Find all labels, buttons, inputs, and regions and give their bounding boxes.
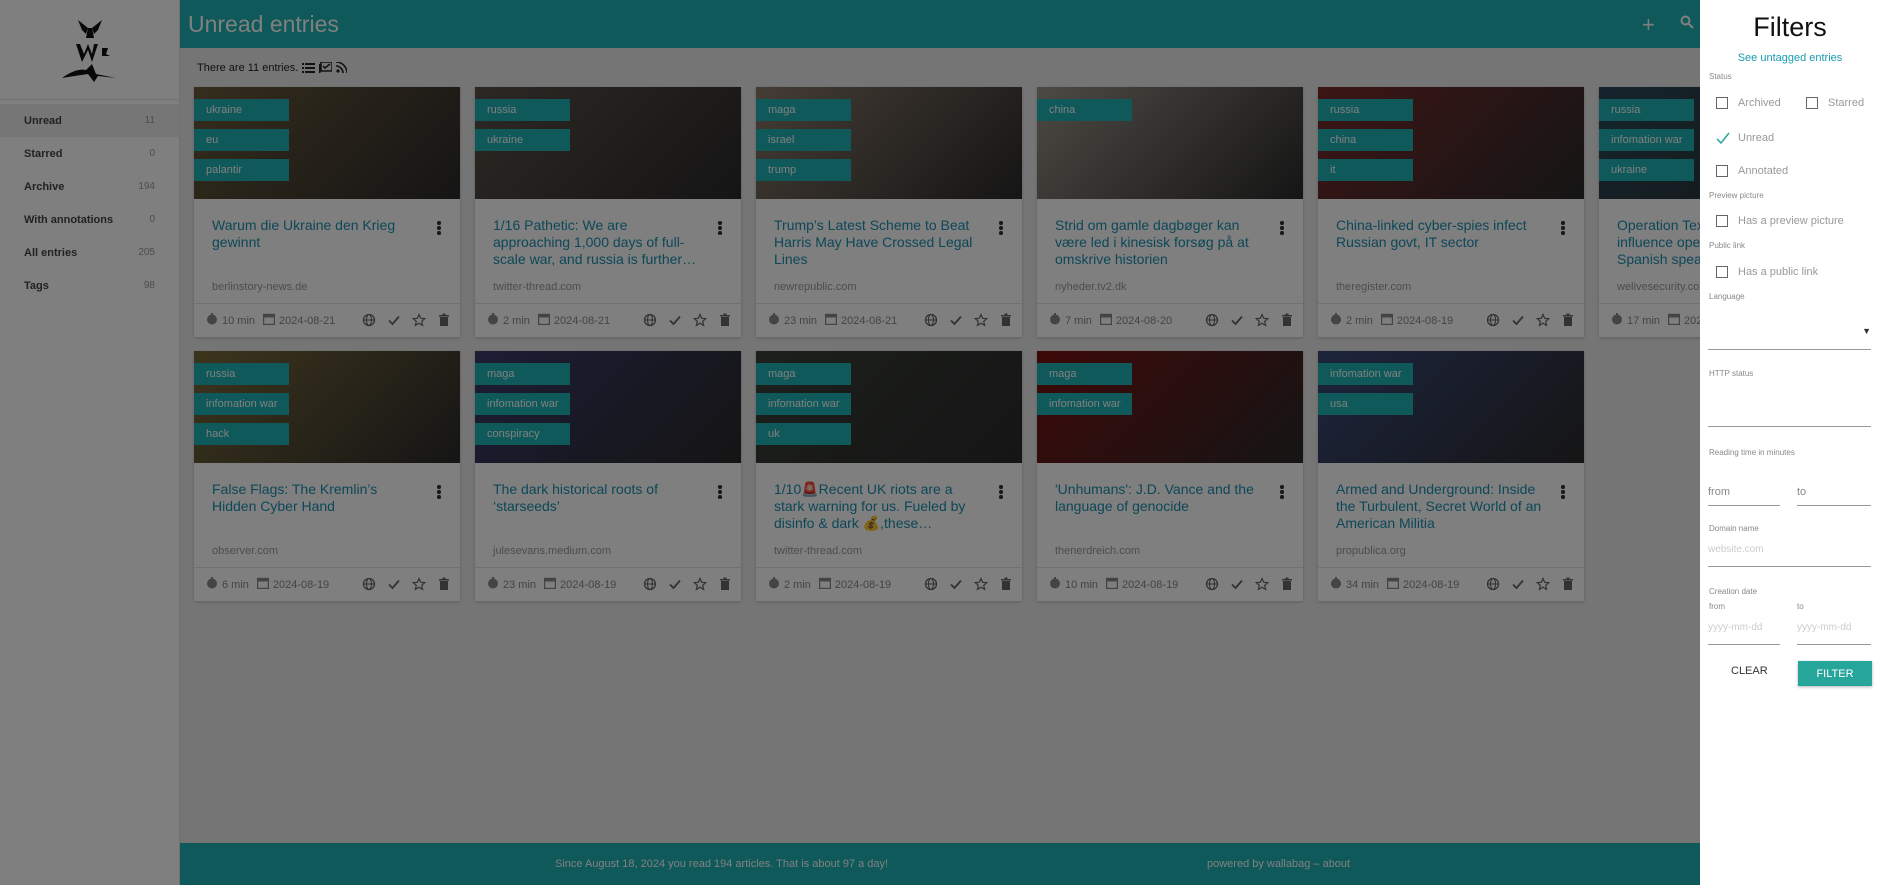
checkbox-box (1716, 97, 1728, 109)
has-preview-label: Has a preview picture (1738, 215, 1844, 227)
has-preview-checkbox[interactable]: Has a preview picture (1716, 215, 1844, 227)
status-label: Status (1709, 72, 1732, 81)
annotated-label: Annotated (1738, 165, 1789, 177)
http-status-label: HTTP status (1709, 369, 1754, 378)
public-link-label: Public link (1709, 241, 1746, 250)
archived-label: Archived (1738, 97, 1781, 109)
starred-checkbox[interactable]: Starred (1806, 97, 1864, 109)
checkbox-box (1716, 215, 1728, 227)
checkbox-box (1716, 266, 1728, 278)
reading-time-to-input[interactable]: to (1797, 476, 1871, 506)
language-select[interactable]: ▼ (1708, 320, 1871, 350)
from-placeholder: from (1708, 486, 1730, 498)
annotated-checkbox[interactable]: Annotated (1716, 165, 1788, 177)
checkmark-icon (1716, 131, 1730, 145)
modal-overlay[interactable] (0, 0, 1700, 885)
starred-label: Starred (1828, 97, 1865, 109)
preview-picture-label: Preview picture (1709, 191, 1764, 200)
reading-time-label: Reading time in minutes (1709, 448, 1795, 457)
creation-from-input[interactable]: yyyy-mm-dd (1708, 618, 1780, 645)
has-public-checkbox[interactable]: Has a public link (1716, 266, 1818, 278)
see-untagged-link[interactable]: See untagged entries (1709, 52, 1871, 64)
domain-name-label: Domain name (1709, 524, 1759, 533)
creation-to-label: to (1797, 602, 1804, 611)
checkbox-box (1716, 165, 1728, 177)
checkbox-box (1806, 97, 1818, 109)
unread-label: Unread (1738, 132, 1775, 144)
creation-date-label: Creation date (1709, 587, 1758, 596)
http-status-input[interactable] (1708, 397, 1871, 427)
creation-to-input[interactable]: yyyy-mm-dd (1797, 618, 1871, 645)
reading-time-from-input[interactable]: from (1708, 476, 1780, 506)
date-placeholder: yyyy-mm-dd (1797, 622, 1852, 633)
domain-placeholder: website.com (1708, 544, 1764, 555)
unread-checkbox[interactable]: Unread (1716, 131, 1774, 145)
clear-button[interactable]: CLEAR (1731, 665, 1768, 677)
filter-button[interactable]: FILTER (1798, 661, 1872, 686)
creation-from-label: from (1709, 602, 1725, 611)
dropdown-arrow-icon: ▼ (1862, 326, 1871, 336)
language-label: Language (1709, 292, 1745, 301)
date-placeholder: yyyy-mm-dd (1708, 622, 1763, 633)
to-placeholder: to (1797, 486, 1807, 498)
domain-name-input[interactable]: website.com (1708, 540, 1871, 567)
archived-checkbox[interactable]: Archived (1716, 97, 1781, 109)
has-public-label: Has a public link (1738, 266, 1819, 278)
filters-title: Filters (1753, 12, 1827, 42)
